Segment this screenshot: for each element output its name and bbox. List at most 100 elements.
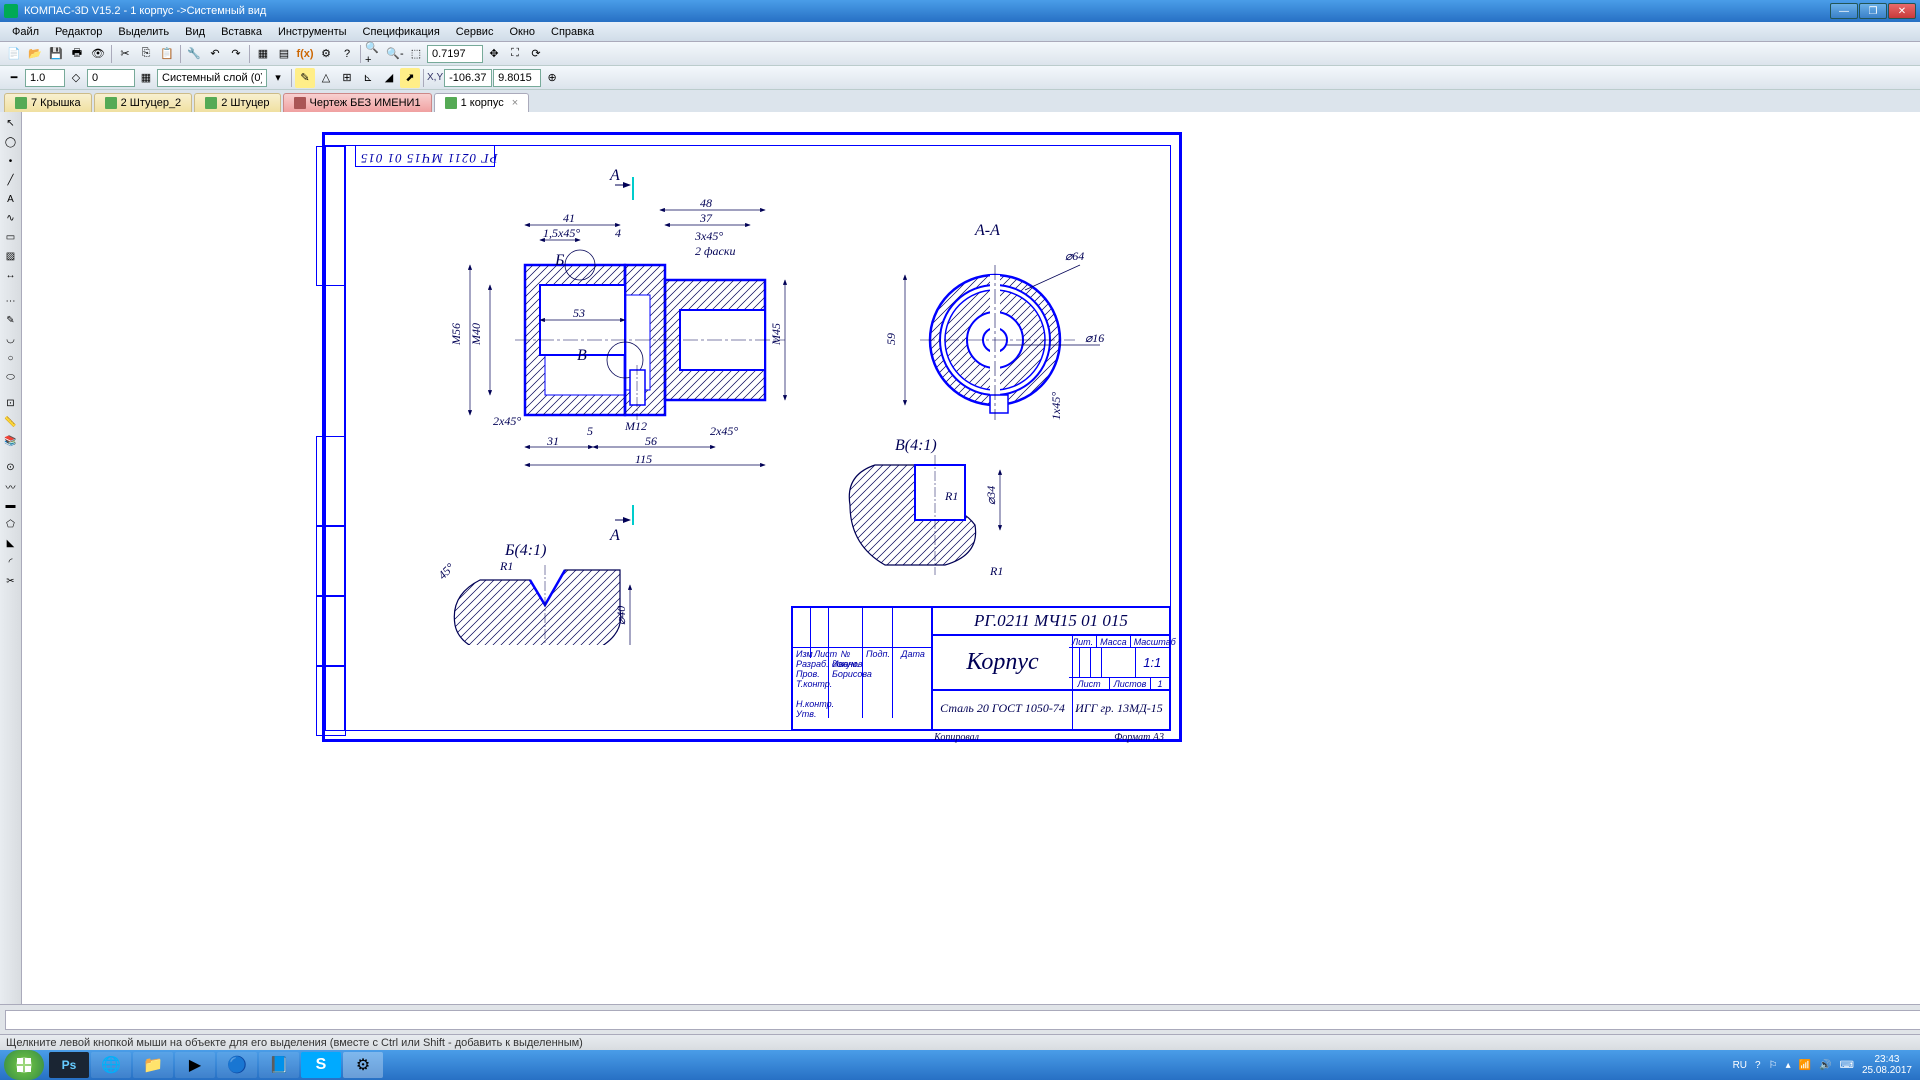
edit-tool[interactable]: ✎ [2,311,20,329]
refresh-button[interactable]: ⟳ [526,44,546,64]
line-style-icon[interactable]: ━ [4,68,24,88]
redo-button[interactable]: ↷ [226,44,246,64]
coord-y-input[interactable] [493,69,541,87]
menu-service[interactable]: Сервис [448,24,502,40]
print-button[interactable]: 🖶 [67,44,87,64]
task-kompas[interactable]: ⚙ [343,1052,383,1078]
cut-button[interactable]: ✂ [115,44,135,64]
grid-button[interactable]: ⊞ [337,68,357,88]
coord-mode-button[interactable]: ⊕ [542,68,562,88]
open-button[interactable]: 📂 [25,44,45,64]
undo-button[interactable]: ↶ [205,44,225,64]
task-chrome[interactable]: 🔵 [217,1052,257,1078]
tab-kryshka[interactable]: 7 Крышка [4,93,92,112]
fill-tool[interactable]: ▬ [2,496,20,514]
start-button[interactable] [4,1050,44,1080]
menu-insert[interactable]: Вставка [213,24,270,40]
break-tool[interactable]: ✂ [2,572,20,590]
task-explorer[interactable]: 📁 [133,1052,173,1078]
layer-dd[interactable]: ▾ [268,68,288,88]
command-input[interactable] [5,1010,1920,1030]
tab-shtucer2[interactable]: 2 Штуцер_2 [94,93,193,112]
task-ie[interactable]: 🌐 [91,1052,131,1078]
layer-dropdown-icon[interactable]: ▦ [136,68,156,88]
snap-icon[interactable]: △ [316,68,336,88]
lib-tool[interactable]: 📚 [2,432,20,450]
zoom-window-button[interactable]: ⬚ [406,44,426,64]
help-button[interactable]: ? [337,44,357,64]
tray-sound-icon[interactable]: 🔊 [1819,1060,1831,1071]
snap-tool[interactable]: ⊙ [2,458,20,476]
task-media[interactable]: ▶ [175,1052,215,1078]
zoom-input[interactable] [427,45,483,63]
point-tool[interactable]: • [2,152,20,170]
highlight-button[interactable]: ✎ [295,68,315,88]
chamfer-tool[interactable]: ◣ [2,534,20,552]
hatch-tool[interactable]: ▨ [2,247,20,265]
layers-button[interactable]: ▤ [274,44,294,64]
maximize-button[interactable]: ❐ [1859,3,1887,19]
arc-tool[interactable]: ◡ [2,330,20,348]
new-button[interactable]: 📄 [4,44,24,64]
cursor-tool[interactable]: ↖ [2,114,20,132]
tab-close-icon[interactable]: × [512,97,518,109]
aux-tool[interactable]: ⋯ [2,292,20,310]
menu-window[interactable]: Окно [501,24,543,40]
tray-kb-icon[interactable]: ⌨ [1840,1060,1854,1071]
measure-tool[interactable]: 📏 [2,413,20,431]
tab-unnamed[interactable]: Чертеж БЕЗ ИМЕНИ1 [283,93,432,112]
task-word[interactable]: 📘 [259,1052,299,1078]
variables-button[interactable]: f(x) [295,44,315,64]
paste-button[interactable]: 📋 [157,44,177,64]
tray-help-icon[interactable]: ? [1755,1060,1761,1071]
menu-help[interactable]: Справка [543,24,602,40]
menu-tools[interactable]: Инструменты [270,24,355,40]
menu-spec[interactable]: Спецификация [355,24,448,40]
task-skype[interactable]: S [301,1052,341,1078]
fit-button[interactable]: ⛶ [505,44,525,64]
text-tool[interactable]: A [2,190,20,208]
preview-button[interactable]: 👁 [88,44,108,64]
minimize-button[interactable]: — [1830,3,1858,19]
library-button[interactable]: ⚙ [316,44,336,64]
save-button[interactable]: 💾 [46,44,66,64]
fillet-tool[interactable]: ◜ [2,553,20,571]
coord-x-input[interactable] [444,69,492,87]
tray-network-icon[interactable]: 📶 [1799,1060,1811,1071]
menu-file[interactable]: Файл [4,24,47,40]
line-tool[interactable]: ╱ [2,171,20,189]
layernum-input[interactable] [87,69,135,87]
canvas[interactable]: РГ 0211 МЧ15 01 015 А [22,112,1920,1004]
local-button[interactable]: ⬈ [400,68,420,88]
menu-select[interactable]: Выделить [110,24,177,40]
tray-action-icon[interactable]: ⚐ [1769,1060,1778,1071]
param-tool[interactable]: ⊡ [2,394,20,412]
polygon-tool[interactable]: ⬠ [2,515,20,533]
curve-tool[interactable]: 〰 [2,477,20,495]
layer-icon[interactable]: ◇ [66,68,86,88]
zoom-in-button[interactable]: 🔍+ [364,44,384,64]
tab-korpus[interactable]: 1 корпус× [434,93,530,112]
menu-edit[interactable]: Редактор [47,24,110,40]
props-button[interactable]: 🔧 [184,44,204,64]
dim-tool[interactable]: ↔ [2,266,20,284]
copy-button[interactable]: ⎘ [136,44,156,64]
tray-up-icon[interactable]: ▴ [1786,1060,1791,1071]
geometry-tool[interactable]: ◯ [2,133,20,151]
layer-input[interactable] [157,69,267,87]
close-button[interactable]: ✕ [1888,3,1916,19]
pan-button[interactable]: ✥ [484,44,504,64]
ellipse-tool[interactable]: ⬭ [2,368,20,386]
task-photoshop[interactable]: Ps [49,1052,89,1078]
tab-shtucer[interactable]: 2 Штуцер [194,93,280,112]
spline-tool[interactable]: ∿ [2,209,20,227]
tray-clock[interactable]: 23:43 25.08.2017 [1862,1054,1912,1076]
menu-view[interactable]: Вид [177,24,213,40]
tray-lang[interactable]: RU [1733,1060,1747,1071]
ortho-button[interactable]: ⊾ [358,68,378,88]
round-button[interactable]: ◢ [379,68,399,88]
rect-tool[interactable]: ▭ [2,228,20,246]
style-input[interactable] [25,69,65,87]
manager-button[interactable]: ▦ [253,44,273,64]
circle-tool[interactable]: ○ [2,349,20,367]
